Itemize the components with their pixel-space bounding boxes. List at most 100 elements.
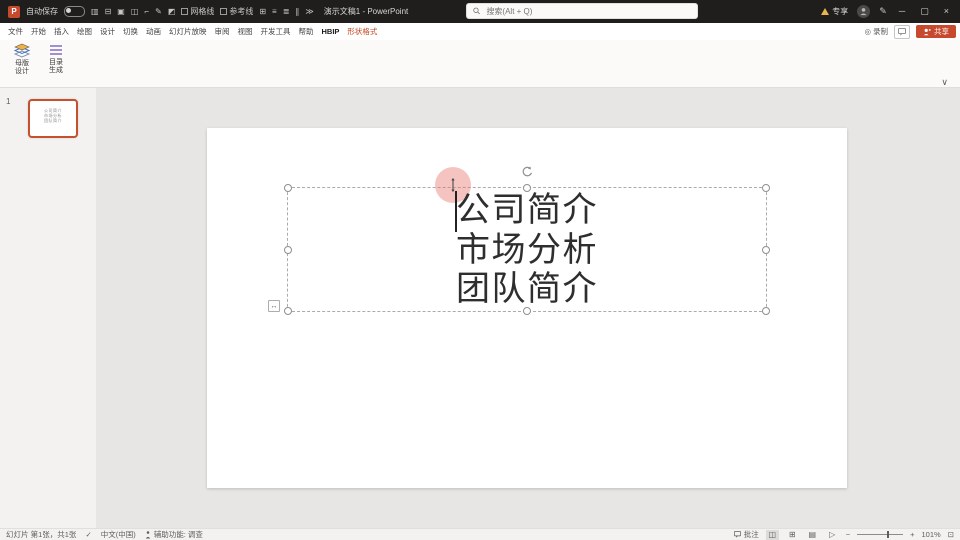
record-label: 录制 — [873, 27, 888, 36]
screenshot-icon[interactable]: ◫ — [131, 7, 139, 16]
share-label: 共享 — [934, 27, 949, 36]
search-icon — [473, 7, 480, 15]
slide[interactable]: 公司简介 市场分析 团队简介 ↔ — [207, 128, 847, 488]
proofing-icon[interactable]: ✓ — [85, 530, 91, 539]
record-button[interactable]: ◎ 录制 — [864, 26, 888, 37]
rotate-handle-icon[interactable] — [521, 165, 533, 183]
zoom-in-button[interactable]: + — [910, 530, 914, 539]
powerpoint-app-icon[interactable]: P — [8, 5, 20, 18]
format-painter-icon[interactable]: ⌐ — [144, 7, 149, 16]
checkbox-icon — [181, 8, 189, 15]
tab-hbip[interactable]: HBIP — [318, 27, 344, 36]
textbox-selection[interactable]: 公司简介 市场分析 团队简介 — [284, 166, 770, 315]
ribbon-tab-row: 文件 开始 插入 绘图 设计 切换 动画 幻灯片放映 审阅 视图 开发工具 帮助… — [0, 23, 960, 40]
text-line: 团队简介 — [456, 270, 598, 308]
tab-animations[interactable]: 动画 — [142, 26, 165, 37]
accessibility-person-icon — [145, 530, 150, 538]
normal-view-button[interactable]: ◫ — [765, 529, 779, 540]
arrange-icon[interactable]: ∥ — [295, 7, 299, 16]
slide-thumbnail[interactable]: 公司简介 市场分析 团队简介 — [28, 99, 78, 138]
tab-design[interactable]: 设计 — [96, 26, 119, 37]
tab-transitions[interactable]: 切换 — [119, 26, 142, 37]
autofit-options-button[interactable]: ↔ — [268, 300, 280, 312]
button-label: 目录 生成 — [49, 59, 63, 74]
reading-view-button[interactable]: ▤ — [806, 530, 819, 540]
tab-draw[interactable]: 绘图 — [73, 26, 96, 37]
insert-picture-icon[interactable]: ▣ — [117, 7, 125, 16]
gridlines-checkbox[interactable]: 网格线 — [181, 6, 214, 17]
tab-developer[interactable]: 开发工具 — [257, 26, 295, 37]
statusbar-right: 批注 ◫ ⊞ ▤ ▷ − + 101% ⊡ — [733, 529, 954, 540]
tab-home[interactable]: 开始 — [27, 26, 50, 37]
accessibility-checker[interactable]: 辅助功能: 调查 — [145, 529, 203, 540]
editing-canvas: 公司简介 市场分析 团队简介 ↔ — [96, 88, 960, 528]
comments-button[interactable] — [894, 24, 910, 39]
account-label: 专享 — [832, 7, 849, 16]
guides-checkbox[interactable]: 参考线 — [220, 6, 253, 17]
zoom-slider-thumb[interactable] — [887, 531, 890, 538]
warning-icon — [821, 8, 830, 15]
titlebar-right-cluster: 专享 ✎ ─ ▢ × — [821, 5, 952, 18]
tab-file[interactable]: 文件 — [4, 26, 27, 37]
account-upgrade-button[interactable]: 专享 — [821, 6, 848, 17]
share-button[interactable]: 共享 — [916, 25, 956, 38]
close-button[interactable]: × — [941, 7, 952, 16]
language-indicator[interactable]: 中文(中国) — [101, 529, 136, 540]
gridlines-label: 网格线 — [190, 7, 215, 16]
avatar[interactable] — [857, 5, 871, 18]
search-input[interactable] — [484, 5, 691, 17]
comment-bubble-icon — [898, 27, 906, 36]
tab-shape-format[interactable]: 形状格式 — [343, 26, 381, 37]
toc-generate-button[interactable]: 目录 生成 — [40, 43, 72, 85]
distribute-icon[interactable]: ≣ — [283, 7, 290, 16]
guides-label: 参考线 — [229, 7, 254, 16]
status-bar: 幻灯片 第1张，共1张 ✓ 中文(中国) 辅助功能: 调查 批注 ◫ ⊞ ▤ ▷… — [0, 528, 960, 540]
thumbnail-text: 公司简介 市场分析 团队简介 — [44, 108, 62, 123]
autosave-toggle[interactable] — [64, 6, 85, 17]
tab-help[interactable]: 帮助 — [295, 26, 318, 37]
title-bar: P 自动保存 ▥ ⊟ ▣ ◫ ⌐ ✎ ◩ 网格线 参考线 ⊞ ≡ ≣ ∥ ≫ 演… — [0, 0, 960, 23]
layered-design-icon — [13, 43, 31, 58]
statusbar-left: 幻灯片 第1张，共1张 ✓ 中文(中国) 辅助功能: 调查 — [6, 529, 203, 540]
zoom-percent[interactable]: 101% — [922, 530, 941, 539]
more-commands-icon[interactable]: ≫ — [305, 7, 313, 16]
restore-button[interactable]: ▢ — [917, 7, 932, 16]
textbox-content[interactable]: 公司简介 市场分析 团队简介 — [288, 191, 766, 310]
print-preview-icon[interactable]: ⊟ — [105, 7, 112, 16]
text-line: 市场分析 — [456, 230, 598, 269]
crop-icon[interactable]: ⊞ — [259, 7, 266, 16]
tab-review[interactable]: 审阅 — [211, 26, 234, 37]
editing-pencil-icon[interactable]: ✎ — [879, 7, 887, 16]
minimize-button[interactable]: ─ — [896, 7, 908, 16]
person-icon — [860, 8, 867, 16]
document-title: 演示文稿1 - PowerPoint — [323, 7, 409, 16]
zoom-slider[interactable] — [857, 531, 904, 538]
fit-to-window-button[interactable]: ⊡ — [948, 530, 954, 539]
highlighter-icon[interactable]: ◩ — [168, 7, 176, 16]
autosave-label: 自动保存 — [26, 7, 58, 16]
text-line: 公司简介 — [456, 191, 598, 229]
zoom-out-button[interactable]: − — [846, 530, 850, 539]
slide-thumbnail-panel: 1 公司简介 市场分析 团队简介 — [0, 88, 96, 528]
search-box[interactable] — [466, 3, 698, 19]
checkbox-icon — [220, 8, 228, 15]
share-person-icon — [923, 28, 931, 35]
tab-view[interactable]: 视图 — [234, 26, 257, 37]
tab-slideshow[interactable]: 幻灯片放映 — [165, 26, 211, 37]
draw-pen-icon[interactable]: ✎ — [155, 7, 162, 16]
comments-status-button[interactable]: 批注 — [733, 529, 759, 540]
slide-indicator[interactable]: 幻灯片 第1张，共1张 — [6, 529, 76, 540]
ribbon-right-cluster: ◎ 录制 共享 — [864, 24, 956, 39]
record-icon: ◎ — [864, 27, 871, 36]
list-lines-icon — [50, 45, 62, 55]
ribbon-content: 母版 设计 目录 生成 ∨ — [0, 40, 960, 88]
tab-insert[interactable]: 插入 — [50, 26, 73, 37]
master-design-button[interactable]: 母版 设计 — [6, 43, 38, 85]
collapse-ribbon-chevron-icon[interactable]: ∨ — [941, 77, 948, 87]
slide-number: 1 — [6, 97, 11, 106]
align-icon[interactable]: ≡ — [272, 7, 277, 16]
save-icon[interactable]: ▥ — [91, 7, 99, 16]
slide-sorter-view-button[interactable]: ⊞ — [786, 530, 799, 540]
text-cursor-icon — [451, 178, 455, 192]
slideshow-button[interactable]: ▷ — [826, 530, 839, 540]
